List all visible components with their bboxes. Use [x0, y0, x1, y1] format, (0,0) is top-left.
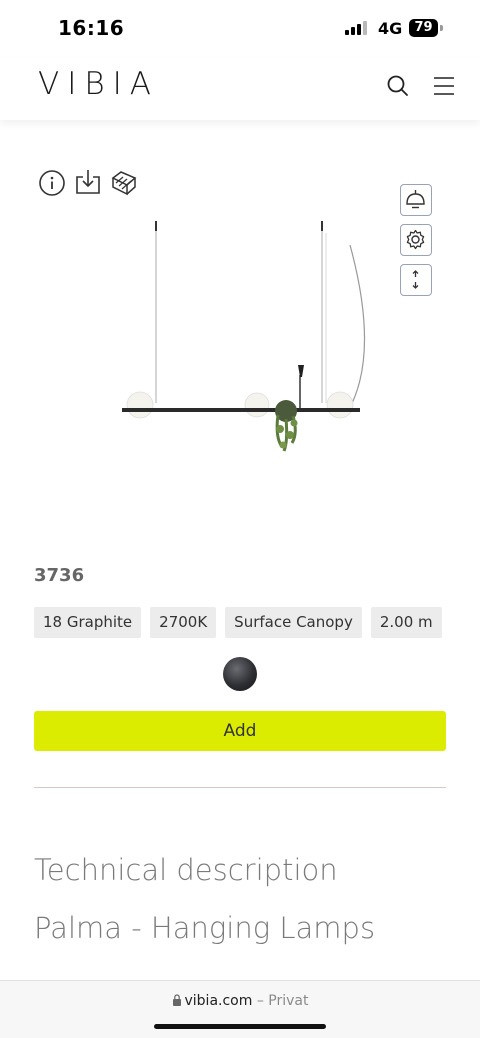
url-domain: vibia.com: [184, 993, 253, 1009]
product-image: [122, 221, 366, 452]
battery-tip: [440, 25, 443, 31]
browser-address-bar[interactable]: vibia.com – Privat: [0, 980, 480, 1038]
adjust-height-button[interactable]: [400, 264, 432, 296]
settings-button[interactable]: [400, 224, 432, 256]
option-cable-length[interactable]: 2.00 m: [370, 607, 442, 638]
option-canopy[interactable]: Surface Canopy: [225, 607, 362, 638]
divider: [34, 787, 446, 788]
network-type: 4G: [378, 19, 403, 38]
download-icon[interactable]: [74, 168, 102, 200]
option-finish[interactable]: 18 Graphite: [34, 607, 142, 638]
option-color-temperature[interactable]: 2700K: [150, 607, 217, 638]
settings-icon: [406, 229, 425, 250]
info-icon[interactable]: [38, 169, 66, 201]
home-indicator[interactable]: [154, 1024, 326, 1029]
menu-icon[interactable]: [432, 75, 456, 97]
product-family-heading[interactable]: Palma - Hanging Lamps: [34, 911, 375, 945]
private-mode-label: – Privat: [256, 993, 309, 1009]
adjust-height-icon: [412, 270, 419, 289]
product-code: 3736: [34, 565, 85, 586]
status-bar: 16:16 4G 79: [0, 0, 480, 58]
options-list: 18 Graphite 2700K Surface Canopy 2.00 m: [34, 607, 442, 638]
site-header: VIBIA: [0, 58, 480, 120]
search-icon[interactable]: [386, 74, 410, 98]
technical-description-heading[interactable]: Technical description: [34, 853, 338, 887]
lamp-icon: [406, 190, 425, 209]
status-time: 16:16: [58, 16, 125, 40]
url-display[interactable]: vibia.com – Privat: [0, 993, 480, 1009]
lamp-view-button[interactable]: [400, 184, 432, 216]
finish-swatch[interactable]: [223, 657, 257, 691]
lock-icon: [172, 994, 181, 1006]
battery-indicator: 79: [409, 19, 438, 37]
signal-icon: [345, 21, 369, 35]
vibia-logo[interactable]: VIBIA: [38, 66, 159, 102]
add-button[interactable]: Add: [34, 711, 446, 751]
ar-cube-icon[interactable]: [109, 168, 137, 200]
